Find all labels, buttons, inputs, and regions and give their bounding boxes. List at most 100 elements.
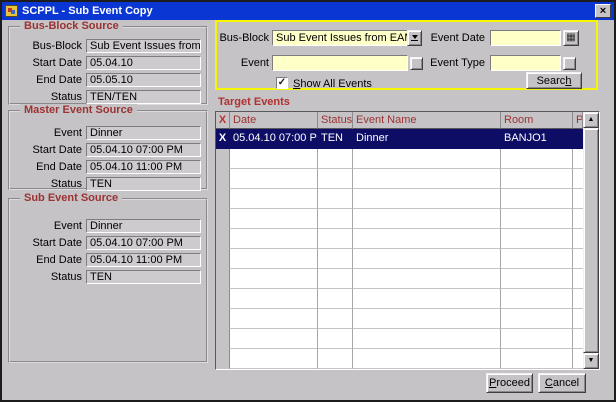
table-cell[interactable] xyxy=(353,329,501,349)
column-header-status[interactable]: Status xyxy=(318,112,353,129)
column-header-date[interactable]: Date xyxy=(230,112,318,129)
table-cell[interactable] xyxy=(573,329,583,349)
bus-block-combo[interactable]: Sub Event Issues from EAME xyxy=(272,30,408,46)
show-all-events-checkbox[interactable]: ✓ xyxy=(276,77,288,89)
table-row[interactable] xyxy=(216,309,583,329)
table-cell[interactable] xyxy=(216,309,230,329)
table-cell[interactable] xyxy=(318,229,353,249)
table-cell[interactable] xyxy=(501,309,573,329)
cell-room[interactable]: BANJO1 xyxy=(501,129,573,149)
table-cell[interactable] xyxy=(353,209,501,229)
table-cell[interactable] xyxy=(216,189,230,209)
table-cell[interactable] xyxy=(501,269,573,289)
table-cell[interactable] xyxy=(353,149,501,169)
table-cell[interactable] xyxy=(230,249,318,269)
table-cell[interactable] xyxy=(318,209,353,229)
table-cell[interactable] xyxy=(353,269,501,289)
event-type-lov-button[interactable] xyxy=(563,57,576,70)
table-cell[interactable] xyxy=(501,189,573,209)
table-row[interactable] xyxy=(216,209,583,229)
table-row[interactable] xyxy=(216,289,583,309)
table-cell[interactable] xyxy=(353,349,501,369)
table-cell[interactable] xyxy=(318,309,353,329)
scroll-up-button[interactable]: ▲ xyxy=(583,112,599,128)
table-cell[interactable] xyxy=(501,249,573,269)
table-cell[interactable] xyxy=(501,349,573,369)
table-cell[interactable] xyxy=(216,329,230,349)
table-cell[interactable] xyxy=(318,249,353,269)
table-row[interactable] xyxy=(216,249,583,269)
table-cell[interactable] xyxy=(573,209,583,229)
table-cell[interactable] xyxy=(353,189,501,209)
table-cell[interactable] xyxy=(501,329,573,349)
table-cell[interactable] xyxy=(230,269,318,289)
table-row[interactable] xyxy=(216,329,583,349)
table-cell[interactable] xyxy=(318,349,353,369)
table-cell[interactable] xyxy=(318,189,353,209)
table-cell[interactable] xyxy=(216,149,230,169)
search-button[interactable]: Search xyxy=(526,72,582,89)
table-cell[interactable] xyxy=(230,349,318,369)
table-cell[interactable] xyxy=(353,289,501,309)
column-header-p[interactable]: P xyxy=(573,112,583,129)
table-row[interactable] xyxy=(216,229,583,249)
cell-event-name[interactable]: Dinner xyxy=(353,129,501,149)
table-cell[interactable] xyxy=(230,189,318,209)
cancel-button[interactable]: Cancel xyxy=(538,373,586,393)
table-row[interactable] xyxy=(216,349,583,369)
event-input[interactable] xyxy=(272,55,408,71)
table-cell[interactable] xyxy=(216,349,230,369)
table-row[interactable] xyxy=(216,269,583,289)
table-row[interactable] xyxy=(216,149,583,169)
table-cell[interactable] xyxy=(318,289,353,309)
table-cell[interactable] xyxy=(318,329,353,349)
scrollbar-thumb[interactable] xyxy=(583,128,599,353)
table-cell[interactable] xyxy=(573,249,583,269)
column-header-room[interactable]: Room xyxy=(501,112,573,129)
table-cell[interactable] xyxy=(501,149,573,169)
table-row[interactable] xyxy=(216,189,583,209)
table-cell[interactable] xyxy=(501,209,573,229)
table-row-selected[interactable]: X 05.04.10 07:00 PM TEN Dinner BANJO1 xyxy=(216,129,583,149)
table-cell[interactable] xyxy=(573,349,583,369)
table-cell[interactable] xyxy=(501,169,573,189)
table-cell[interactable] xyxy=(573,289,583,309)
table-cell[interactable] xyxy=(230,329,318,349)
scroll-down-button[interactable]: ▼ xyxy=(583,353,599,369)
table-cell[interactable] xyxy=(501,289,573,309)
table-cell[interactable] xyxy=(230,209,318,229)
table-cell[interactable] xyxy=(216,249,230,269)
table-cell[interactable] xyxy=(216,289,230,309)
cell-p[interactable] xyxy=(573,129,583,149)
event-date-input[interactable] xyxy=(490,30,561,46)
cell-date[interactable]: 05.04.10 07:00 PM xyxy=(230,129,318,149)
column-header-x[interactable]: X xyxy=(216,112,230,129)
table-cell[interactable] xyxy=(501,229,573,249)
table-cell[interactable] xyxy=(230,309,318,329)
table-cell[interactable] xyxy=(573,169,583,189)
proceed-button[interactable]: Proceed xyxy=(486,373,533,393)
table-cell[interactable] xyxy=(573,229,583,249)
table-row[interactable] xyxy=(216,169,583,189)
table-cell[interactable] xyxy=(230,289,318,309)
table-cell[interactable] xyxy=(573,189,583,209)
table-cell[interactable] xyxy=(230,169,318,189)
table-cell[interactable] xyxy=(216,169,230,189)
event-type-input[interactable] xyxy=(490,55,561,71)
table-cell[interactable] xyxy=(353,229,501,249)
vertical-scrollbar[interactable]: ▲ ▼ xyxy=(583,112,599,369)
table-cell[interactable] xyxy=(353,169,501,189)
table-cell[interactable] xyxy=(353,249,501,269)
column-header-event-name[interactable]: Event Name xyxy=(353,112,501,129)
close-button[interactable]: × xyxy=(595,4,611,18)
table-cell[interactable] xyxy=(573,149,583,169)
table-cell[interactable] xyxy=(230,149,318,169)
table-cell[interactable] xyxy=(318,149,353,169)
calendar-button[interactable]: ▦ xyxy=(563,30,579,46)
table-cell[interactable] xyxy=(216,269,230,289)
table-cell[interactable] xyxy=(573,309,583,329)
cell-x[interactable]: X xyxy=(216,129,230,149)
table-cell[interactable] xyxy=(573,269,583,289)
table-cell[interactable] xyxy=(318,269,353,289)
table-cell[interactable] xyxy=(216,209,230,229)
